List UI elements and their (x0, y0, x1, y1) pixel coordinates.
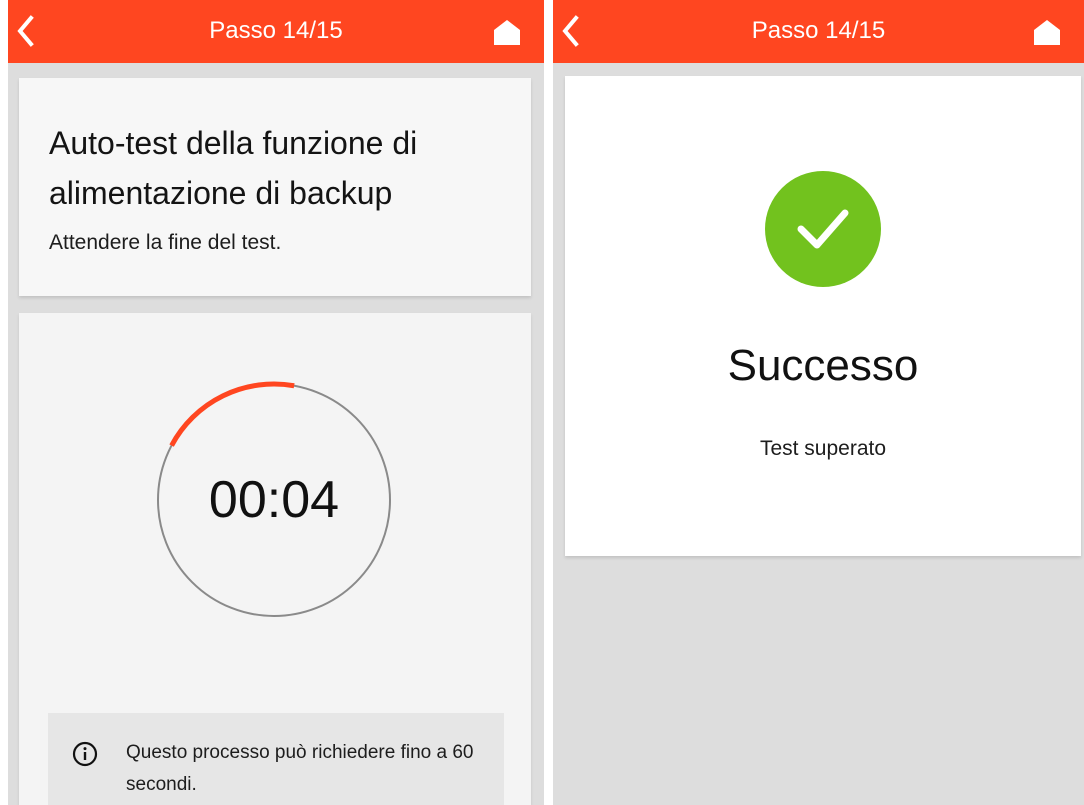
step-title: Passo 14/15 (751, 17, 886, 44)
result-card: Successo Test superato (565, 76, 1081, 556)
step-title: Passo 14/15 (209, 17, 343, 44)
result-screen: Passo 14/15 Successo Test superato (553, 0, 1084, 805)
checkmark-icon (797, 209, 849, 249)
result-heading: Successo (727, 341, 919, 390)
info-icon (72, 741, 98, 767)
timer-value: 00:04 (208, 471, 340, 529)
timer-screen: Passo 14/15 Auto-test della funzione di … (8, 0, 544, 805)
instruction-card: Auto-test della funzione di alimentazion… (19, 78, 531, 296)
check-circle-icon (765, 171, 881, 287)
instruction-text: Attendere la fine del test. (49, 231, 282, 254)
home-button[interactable] (492, 18, 522, 46)
home-icon (1034, 20, 1060, 45)
info-box: Questo processo può richiedere fino a 60… (48, 713, 504, 805)
result-text: Test superato (759, 437, 887, 460)
top-bar: Passo 14/15 (553, 0, 1084, 63)
home-button[interactable] (1032, 18, 1062, 46)
timer-card: 00:04 Questo processo può richiedere fin… (19, 313, 531, 805)
home-icon (494, 20, 520, 45)
info-text: Questo processo può richiedere fino a 60… (126, 742, 474, 795)
top-bar: Passo 14/15 (8, 0, 544, 63)
page-title: Auto-test della funzione di alimentazion… (49, 125, 418, 211)
